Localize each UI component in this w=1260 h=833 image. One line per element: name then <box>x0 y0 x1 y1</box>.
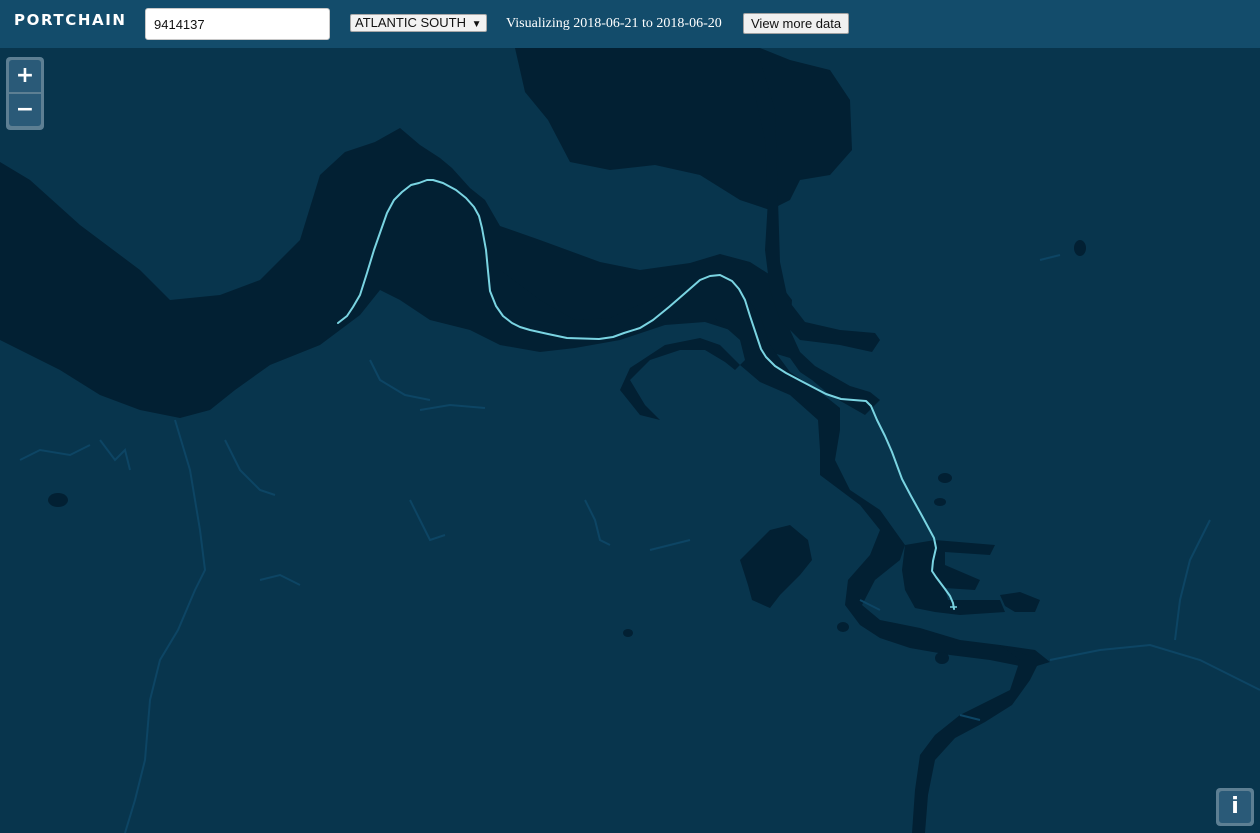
view-more-data-button[interactable]: View more data <box>743 13 850 34</box>
chevron-down-icon: ▼ <box>471 19 482 30</box>
top-bar: PORTCHAIN ATLANTIC SOUTH ▼ Visualizing 2… <box>0 0 1260 48</box>
zoom-out-icon[interactable]: − <box>9 94 41 126</box>
zoom-in-icon[interactable]: + <box>9 60 41 92</box>
info-icon: i <box>1219 791 1251 823</box>
zoom-control: + − <box>6 57 44 130</box>
region-select[interactable]: ATLANTIC SOUTH ▼ <box>350 14 487 32</box>
portchain-logo: PORTCHAIN <box>14 11 127 29</box>
map-canvas[interactable] <box>0 48 1260 833</box>
info-button[interactable]: i <box>1216 788 1254 826</box>
date-range-text: Visualizing 2018-06-21 to 2018-06-20 <box>506 16 722 31</box>
vessel-search-input[interactable] <box>145 8 330 40</box>
region-select-value: ATLANTIC SOUTH <box>355 15 466 30</box>
